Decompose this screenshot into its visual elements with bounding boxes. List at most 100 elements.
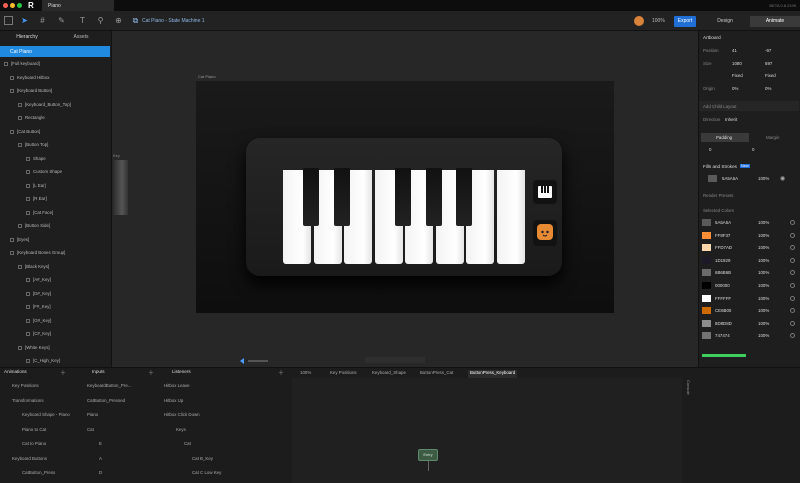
animation-item[interactable]: Piano to Cat (22, 427, 46, 436)
color-swatch[interactable] (702, 332, 711, 340)
input-item[interactable]: Piano (87, 412, 98, 421)
color-swatch[interactable] (702, 256, 711, 264)
offscreen-artboard[interactable] (113, 160, 128, 215)
hierarchy-row[interactable]: [G#_Key] (26, 318, 51, 327)
color-swatch[interactable] (702, 244, 711, 252)
zoom-level[interactable]: 100% (652, 18, 665, 24)
color-swatch[interactable] (702, 319, 711, 327)
tab-padding[interactable]: Padding (716, 135, 732, 140)
animation-item[interactable]: Cat to Piano (22, 441, 46, 450)
position-x-field[interactable]: 41 (732, 48, 737, 53)
listener-item[interactable]: Hitbox Up (164, 398, 183, 407)
entry-state-node[interactable]: Entry (418, 449, 438, 461)
tab-graph-2[interactable]: ButtonPress_Cat (420, 370, 453, 378)
listener-item[interactable]: Hitbox Click Down (164, 412, 200, 421)
hierarchy-row[interactable]: [Cat Button] (10, 129, 40, 138)
black-key[interactable] (334, 168, 350, 226)
color-swatch[interactable] (702, 294, 711, 302)
color-toggle-icon[interactable] (790, 220, 795, 225)
hierarchy-row[interactable]: [Full keyboard] (4, 61, 40, 70)
menu-icon[interactable] (4, 16, 13, 25)
color-swatch[interactable] (702, 269, 711, 277)
select-tool-icon[interactable]: ➤ (20, 16, 29, 25)
color-swatch[interactable] (702, 307, 711, 315)
origin-x-field[interactable]: 0% (732, 86, 738, 91)
padding-field-2[interactable]: 0 (752, 147, 754, 152)
file-tab-piano[interactable]: Piano (42, 0, 114, 11)
height-field[interactable]: 597 (765, 61, 772, 66)
bone-tool-icon[interactable]: ⚲ (96, 16, 105, 25)
fill-hex-field[interactable]: 5A5A5A (722, 176, 738, 181)
zoom-window-button[interactable] (17, 3, 22, 8)
color-toggle-icon[interactable] (790, 295, 795, 301)
hierarchy-row[interactable]: [Keyboard_Button_Top] (18, 102, 71, 111)
fill-swatch[interactable] (708, 175, 717, 182)
hierarchy-row[interactable]: [White Keys] (18, 345, 50, 354)
hierarchy-row[interactable]: Keyboard Hitbox (10, 75, 49, 84)
input-item[interactable]: KeyboardButton_Pre... (87, 383, 131, 392)
piano-mode-button[interactable] (533, 180, 557, 204)
hierarchy-row[interactable]: [Black Keys] (18, 264, 49, 273)
hierarchy-row[interactable]: [Eyes] (10, 237, 29, 246)
fill-opacity-field[interactable]: 100% (758, 176, 769, 181)
hierarchy-row[interactable]: [R Ear] (26, 196, 47, 205)
width-sizing-select[interactable]: Fixed (732, 73, 743, 78)
color-toggle-icon[interactable] (790, 283, 795, 288)
animation-item[interactable]: Keyboard Buttons (12, 456, 47, 465)
tab-margin[interactable]: Margin (766, 135, 779, 140)
tab-hierarchy[interactable]: Hierarchy (0, 34, 54, 40)
text-tool-icon[interactable]: T (78, 16, 87, 25)
add-icon[interactable]: ⊕ (114, 16, 123, 25)
input-item[interactable]: A (99, 456, 102, 465)
hierarchy-row[interactable]: [D#_Key] (26, 291, 51, 300)
hierarchy-selected-artboard[interactable]: Cat Piano (0, 46, 110, 57)
color-swatch[interactable] (702, 282, 711, 289)
animation-item[interactable]: Keyboard Shape - Piano (22, 412, 70, 421)
black-key[interactable] (303, 168, 319, 226)
rive-logo-icon[interactable]: R (28, 1, 34, 10)
add-animation-icon[interactable]: ＋ (60, 368, 66, 377)
padding-field-1[interactable]: 0 (709, 147, 711, 152)
hierarchy-row[interactable]: Custom Shape (26, 169, 62, 178)
hierarchy-row[interactable]: [Button Side] (18, 223, 50, 232)
hierarchy-row[interactable]: [C#_Key] (26, 331, 51, 340)
add-listener-icon[interactable]: ＋ (278, 368, 284, 377)
white-key[interactable] (496, 170, 525, 264)
tab-graph-3[interactable]: ButtonPress_Keyboard (468, 370, 518, 378)
input-item[interactable]: E (99, 441, 102, 450)
color-swatch[interactable] (702, 219, 711, 226)
color-toggle-icon[interactable] (790, 320, 795, 326)
width-field[interactable]: 1080 (732, 61, 742, 66)
direction-select[interactable]: Inherit (725, 117, 737, 122)
close-window-button[interactable] (3, 3, 8, 8)
listener-item[interactable]: Cat (184, 441, 191, 450)
listener-item[interactable]: Hitbox Leave (164, 383, 190, 392)
listener-item[interactable]: Cat B_Key (192, 456, 213, 465)
listener-item[interactable]: Keys (176, 427, 186, 436)
color-toggle-icon[interactable] (790, 257, 795, 263)
tab-animate[interactable]: Animate (750, 16, 800, 27)
add-input-icon[interactable]: ＋ (148, 368, 154, 377)
export-button[interactable]: Export (674, 16, 696, 27)
hierarchy-row[interactable]: [Keyboard Button] (10, 88, 52, 97)
origin-y-field[interactable]: 0% (765, 86, 771, 91)
input-item[interactable]: D (99, 470, 102, 479)
tab-graph-1[interactable]: Keyboard_Shape (372, 370, 406, 378)
hierarchy-row[interactable]: [L Ear] (26, 183, 46, 192)
graph-zoom[interactable]: 100% (300, 370, 311, 378)
black-key[interactable] (456, 168, 472, 226)
user-avatar[interactable] (634, 16, 644, 26)
add-child-layout-button[interactable]: Add Child Layout (703, 104, 736, 109)
tab-design[interactable]: Design (700, 16, 750, 27)
hierarchy-row[interactable]: [Button Top] (18, 142, 48, 151)
animation-item[interactable]: Transformations (12, 398, 44, 407)
listener-item[interactable]: Cat C Low Key (192, 470, 221, 479)
document-title[interactable]: Cat Piano - State Machine 1 (142, 18, 205, 24)
minimize-window-button[interactable] (10, 3, 15, 8)
input-item[interactable]: Cat (87, 427, 94, 436)
animation-item[interactable]: Key Positions (12, 383, 39, 392)
height-sizing-select[interactable]: Fixed (765, 73, 776, 78)
tab-graph-0[interactable]: Key Positions (330, 370, 357, 378)
timeline-scrubber[interactable] (240, 358, 300, 364)
hierarchy-row[interactable]: [A#_Key] (26, 277, 51, 286)
